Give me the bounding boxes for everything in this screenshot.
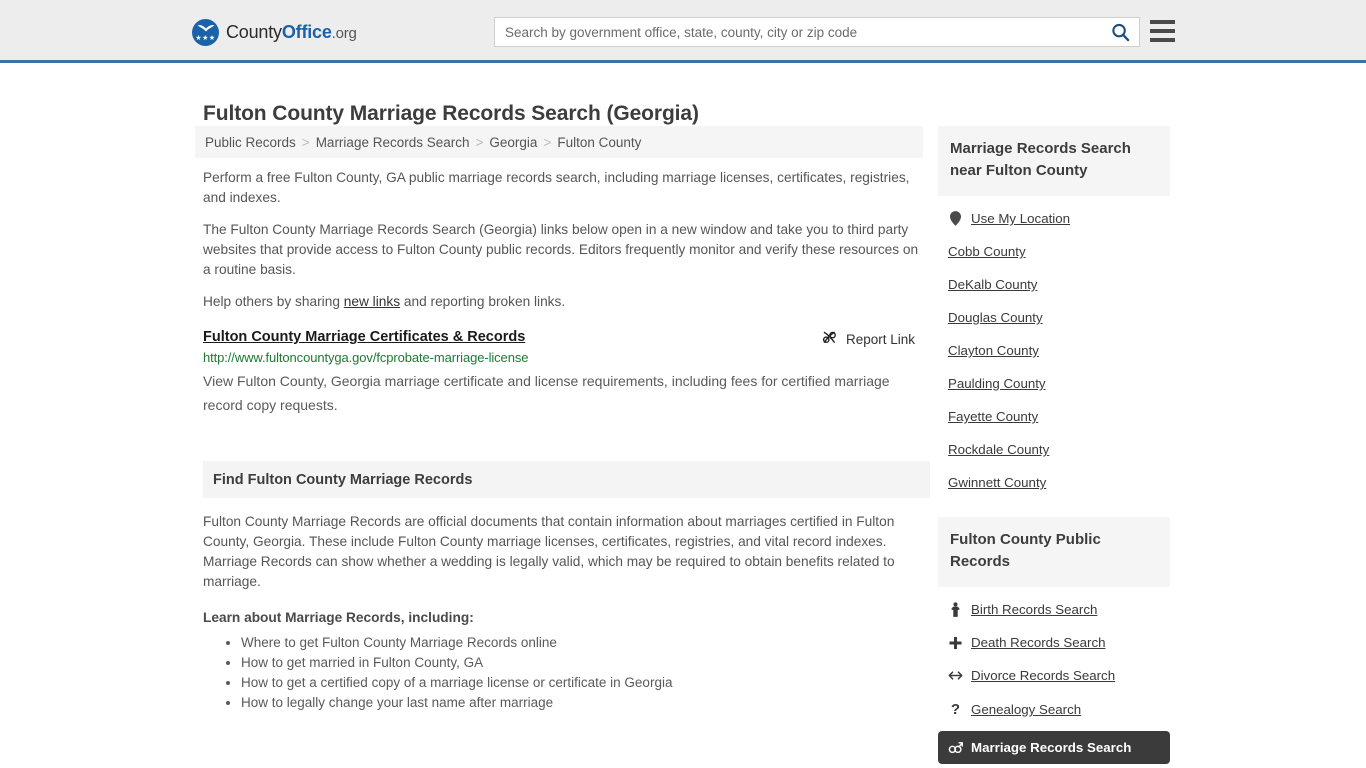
breadcrumb-item-marriage-records-search[interactable]: Marriage Records Search [316,135,470,150]
result-listing: Fulton County Marriage Certificates & Re… [203,328,923,417]
site-header: ★★★ CountyOffice.org [0,0,1366,63]
search-form[interactable] [494,17,1140,47]
site-logo[interactable]: ★★★ CountyOffice.org [192,19,357,46]
page-title: Fulton County Marriage Records Search (G… [203,102,699,126]
logo-wordmark: CountyOffice.org [226,22,357,43]
sidebar-record-label[interactable]: Death Records Search [971,635,1106,650]
breadcrumb-item-georgia[interactable]: Georgia [489,135,537,150]
list-item: Where to get Fulton County Marriage Reco… [241,633,923,653]
sidebar-nearby-label[interactable]: Paulding County [948,376,1046,391]
sidebar-item-genealogy-search[interactable]: ? Genealogy Search [938,692,1170,727]
sidebar-record-label[interactable]: Marriage Records Search [971,740,1131,755]
double-arrow-icon [948,670,963,681]
menu-bar-2 [1150,29,1175,33]
sidebar-record-label[interactable]: Birth Records Search [971,602,1097,617]
learn-about-heading: Learn about Marriage Records, including: [203,610,474,625]
menu-bar-3 [1150,38,1175,42]
sidebar-nearby-label[interactable]: Douglas County [948,310,1043,325]
list-item: How to get a certified copy of a marriag… [241,673,923,693]
share-prefix: Help others by sharing [203,294,344,309]
sidebar-item-divorce-records-search[interactable]: Divorce Records Search [938,659,1170,692]
breadcrumb: Public Records > Marriage Records Search… [195,126,923,158]
breadcrumb-separator: > [301,134,310,150]
breadcrumb-separator: > [475,134,484,150]
sidebar-item-dekalb-county[interactable]: DeKalb County [938,268,1170,301]
sidebar-item-fayette-county[interactable]: Fayette County [938,400,1170,433]
intro-paragraph-2: The Fulton County Marriage Records Searc… [203,222,919,277]
learn-about-list: Where to get Fulton County Marriage Reco… [203,633,923,713]
baby-icon [948,602,963,617]
sidebar-record-label[interactable]: Divorce Records Search [971,668,1115,683]
list-item: How to get married in Fulton County, GA [241,653,923,673]
question-mark-icon: ? [950,701,961,718]
sidebar-item-paulding-county[interactable]: Paulding County [938,367,1170,400]
result-title-link[interactable]: Fulton County Marriage Certificates & Re… [203,329,525,345]
search-icon[interactable] [1101,18,1139,46]
sidebar-record-label[interactable]: Genealogy Search [971,702,1081,717]
sidebar-nearby-label[interactable]: Rockdale County [948,442,1049,457]
eagle-seal-icon: ★★★ [192,19,219,46]
sidebar-item-cobb-county[interactable]: Cobb County [938,235,1170,268]
cross-icon [948,636,963,650]
share-paragraph: Help others by sharing new links and rep… [203,292,923,312]
sidebar-nearby-label[interactable]: Cobb County [948,244,1026,259]
sidebar-item-douglas-county[interactable]: Douglas County [938,301,1170,334]
sidebar-nearby-label[interactable]: Clayton County [948,343,1039,358]
menu-bar-1 [1150,20,1175,24]
find-records-section-heading: Find Fulton County Marriage Records [203,461,930,498]
new-links-link[interactable]: new links [344,294,400,309]
breadcrumb-item-fulton-county[interactable]: Fulton County [557,135,641,150]
report-link-label: Report Link [845,331,915,347]
sidebar-item-use-my-location[interactable]: Use My Location [938,202,1170,235]
sidebar-nearby-list: Use My Location Cobb County DeKalb Count… [938,202,1170,499]
intro-paragraph-1: Perform a free Fulton County, GA public … [203,170,910,205]
sidebar-nearby-label[interactable]: Fayette County [948,409,1038,424]
sidebar-public-records-list: Birth Records Search Death Records Searc… [938,593,1170,764]
find-records-paragraph: Fulton County Marriage Records are offic… [203,514,895,589]
sidebar-public-records-heading: Fulton County Public Records [938,517,1170,587]
report-link-button[interactable]: Report Link [821,329,915,349]
sidebar-item-birth-records-search[interactable]: Birth Records Search [938,593,1170,626]
list-item: How to legally change your last name aft… [241,693,923,713]
breadcrumb-separator: > [543,134,552,150]
sidebar-item-gwinnett-county[interactable]: Gwinnett County [938,466,1170,499]
male-female-icon [948,741,963,755]
sidebar-nearby-label[interactable]: Use My Location [971,211,1070,226]
logo-stars: ★★★ [195,35,216,42]
sidebar-item-clayton-county[interactable]: Clayton County [938,334,1170,367]
result-url: http://www.fultoncountyga.gov/fcprobate-… [203,350,529,365]
breadcrumb-item-public-records[interactable]: Public Records [205,135,296,150]
broken-link-icon [821,329,838,349]
hamburger-menu-icon[interactable] [1150,20,1175,42]
sidebar-nearby-label[interactable]: Gwinnett County [948,475,1046,490]
sidebar-item-marriage-records-search[interactable]: Marriage Records Search [938,731,1170,764]
logo-text-office: Office [281,22,332,42]
main-content: Perform a free Fulton County, GA public … [203,168,930,713]
search-input[interactable] [495,18,1101,46]
sidebar: Marriage Records Search near Fulton Coun… [938,126,1170,764]
sidebar-nearby-heading: Marriage Records Search near Fulton Coun… [938,126,1170,196]
result-description: View Fulton County, Georgia marriage cer… [203,373,890,413]
logo-text-org: .org [331,25,357,42]
logo-text-county: County [226,22,282,42]
share-suffix: and reporting broken links. [400,294,566,309]
sidebar-nearby-label[interactable]: DeKalb County [948,277,1037,292]
map-pin-icon [948,211,963,226]
find-records-section-body: Fulton County Marriage Records are offic… [203,512,923,713]
sidebar-item-rockdale-county[interactable]: Rockdale County [938,433,1170,466]
sidebar-item-death-records-search[interactable]: Death Records Search [938,626,1170,659]
